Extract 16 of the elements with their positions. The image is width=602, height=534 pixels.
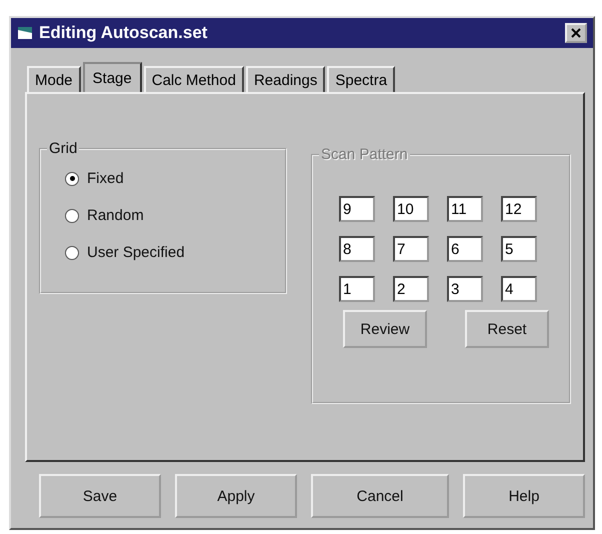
tab[interactable]: Readings [246, 66, 326, 92]
radio-option[interactable]: Fixed [65, 170, 124, 187]
tab[interactable]: Mode [27, 66, 81, 92]
close-button[interactable] [565, 23, 587, 43]
window-icon [17, 26, 33, 40]
close-icon [571, 28, 581, 38]
tab[interactable]: Spectra [327, 66, 396, 92]
window-title: Editing Autoscan.set [39, 23, 208, 43]
dialog-button[interactable]: Help [463, 474, 585, 518]
radio-option[interactable]: User Specified [65, 244, 185, 261]
dialog-button[interactable]: Save [39, 474, 161, 518]
tab[interactable]: Stage [82, 62, 142, 92]
radio-option[interactable]: Random [65, 207, 144, 224]
tab[interactable]: Calc Method [144, 66, 244, 92]
dialog-button[interactable]: Apply [175, 474, 297, 518]
dialog-button[interactable]: Cancel [311, 474, 449, 518]
